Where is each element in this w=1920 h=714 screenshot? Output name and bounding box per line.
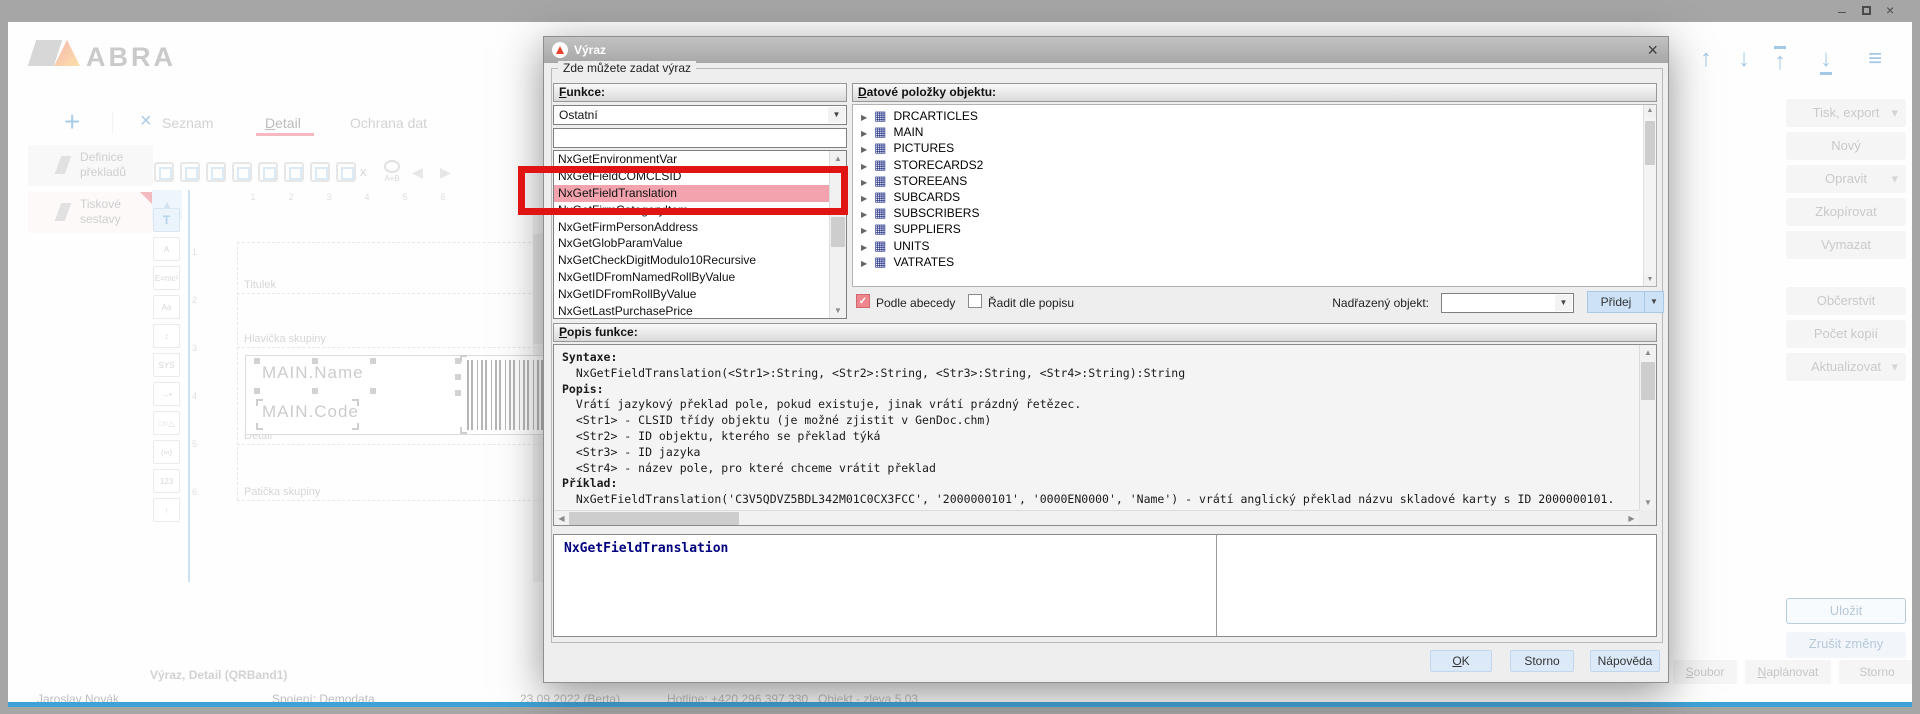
sort-alphabetical-checkbox[interactable]: [856, 294, 870, 308]
sort-by-description-label: Řadit dle popisu: [988, 296, 1074, 310]
table-icon: [874, 174, 886, 188]
expression-dialog: Výraz × Zde můžete zadat výraz Funkce: O…: [543, 36, 1669, 683]
scroll-up-icon[interactable]: [1640, 345, 1656, 360]
table-icon: [874, 125, 886, 139]
scroll-left-icon[interactable]: [554, 511, 569, 526]
function-description-text: Syntaxe: NxGetFieldTranslation(<Str1>:St…: [554, 345, 1639, 510]
expand-icon[interactable]: [861, 174, 867, 188]
scrollbar-thumb[interactable]: [831, 217, 845, 247]
groupbox-label: Zde můžete zadat výraz: [558, 61, 696, 75]
scroll-down-icon[interactable]: [1644, 274, 1656, 286]
sort-by-description-checkbox[interactable]: [968, 294, 982, 308]
description-horizontal-scrollbar[interactable]: [554, 510, 1639, 525]
parent-object-select[interactable]: [1441, 293, 1574, 313]
scroll-up-icon[interactable]: [830, 151, 846, 166]
function-list-item[interactable]: NxGetIDFromNamedRollByValue: [554, 269, 830, 286]
table-icon: [874, 190, 886, 204]
window-bottom-accent: [8, 702, 1912, 707]
window-close-icon[interactable]: ×: [1886, 2, 1894, 18]
function-filter-input[interactable]: [553, 128, 847, 148]
table-icon: [874, 255, 886, 269]
table-icon: [874, 109, 886, 123]
scrollbar-thumb[interactable]: [569, 512, 739, 525]
table-icon: [874, 158, 886, 172]
add-button[interactable]: Přidej: [1587, 291, 1645, 313]
add-dropdown-icon[interactable]: [1645, 291, 1664, 313]
editor-split-divider[interactable]: [1216, 535, 1217, 636]
description-header: Popis funkce:: [553, 323, 1657, 342]
parent-object-label: Nadřazený objekt:: [1299, 296, 1429, 310]
sort-alphabetical-label: Podle abecedy: [876, 296, 955, 310]
abra-dialog-icon: [552, 42, 568, 58]
tree-item-subscribers[interactable]: SUBSCRIBERS: [853, 205, 1656, 221]
ok-button[interactable]: OK: [1430, 650, 1492, 672]
scrollbar-thumb[interactable]: [1641, 362, 1655, 400]
function-list-item[interactable]: NxGetGlobParamValue: [554, 235, 830, 252]
desktop-frame: – × ABRA ↑ ↓ ↑ ↓ ≡ + × Definicepřekladů …: [0, 0, 1920, 714]
expand-icon[interactable]: [861, 141, 867, 155]
tree-item-suppliers[interactable]: SUPPLIERS: [853, 221, 1656, 237]
scroll-down-icon[interactable]: [830, 303, 846, 318]
help-button[interactable]: Nápověda: [1590, 650, 1660, 672]
window-maximize-icon[interactable]: [1862, 6, 1871, 15]
chevron-down-icon[interactable]: [1555, 295, 1572, 311]
table-icon: [874, 239, 886, 253]
tree-item-pictures[interactable]: PICTURES: [853, 140, 1656, 156]
table-icon: [874, 141, 886, 155]
scroll-right-icon[interactable]: [1624, 511, 1639, 526]
expand-icon[interactable]: [861, 190, 867, 204]
tree-item-main[interactable]: MAIN: [853, 124, 1656, 140]
tree-item-vatrates[interactable]: VATRATES: [853, 254, 1656, 270]
scrollbar-corner: [1639, 510, 1656, 525]
expand-icon[interactable]: [861, 125, 867, 139]
expand-icon[interactable]: [861, 222, 867, 236]
expand-icon[interactable]: [861, 239, 867, 253]
functions-header: Funkce:: [553, 83, 847, 102]
function-list-item[interactable]: NxGetCheckDigitModulo10Recursive: [554, 252, 830, 269]
scroll-up-icon[interactable]: [1644, 105, 1656, 117]
description-vertical-scrollbar[interactable]: [1639, 345, 1656, 510]
function-list-item[interactable]: NxGetIDFromRollByValue: [554, 286, 830, 303]
window-minimize-icon[interactable]: –: [1838, 3, 1846, 19]
scroll-down-icon[interactable]: [1640, 495, 1656, 510]
function-description-panel: Syntaxe: NxGetFieldTranslation(<Str1>:St…: [553, 344, 1657, 526]
expression-editor[interactable]: NxGetFieldTranslation: [553, 534, 1657, 637]
storno-button[interactable]: Storno: [1510, 650, 1574, 672]
tree-scrollbar[interactable]: [1643, 105, 1656, 286]
expand-icon[interactable]: [861, 158, 867, 172]
table-icon: [874, 206, 886, 220]
table-icon: [874, 222, 886, 236]
tree-item-storecards2[interactable]: STORECARDS2: [853, 157, 1656, 173]
dialog-title: Výraz: [574, 43, 606, 57]
tree-item-drcarticles[interactable]: DRCARTICLES: [853, 108, 1656, 124]
expression-value: NxGetFieldTranslation: [564, 541, 728, 556]
data-objects-tree[interactable]: DRCARTICLES MAIN PICTURES STORECARDS2 ST…: [852, 104, 1657, 287]
function-list-item[interactable]: NxGetFirmPersonAddress: [554, 219, 830, 236]
chevron-down-icon[interactable]: [828, 107, 845, 123]
dialog-titlebar[interactable]: Výraz ×: [544, 37, 1668, 63]
tree-item-storeeans[interactable]: STOREEANS: [853, 173, 1656, 189]
data-objects-header: Datové položky objektu:: [852, 83, 1657, 102]
tree-item-subcards[interactable]: SUBCARDS: [853, 189, 1656, 205]
expand-icon[interactable]: [861, 255, 867, 269]
expand-icon[interactable]: [861, 109, 867, 123]
annotation-highlight-box: [518, 166, 848, 215]
function-category-select[interactable]: Ostatní: [553, 105, 847, 125]
dialog-close-icon[interactable]: ×: [1647, 40, 1658, 60]
expand-icon[interactable]: [861, 206, 867, 220]
add-button-group: Přidej: [1587, 291, 1664, 313]
scrollbar-thumb[interactable]: [1645, 121, 1655, 165]
function-list-item[interactable]: NxGetLastPurchasePrice: [554, 303, 830, 319]
tree-item-units[interactable]: UNITS: [853, 238, 1656, 254]
